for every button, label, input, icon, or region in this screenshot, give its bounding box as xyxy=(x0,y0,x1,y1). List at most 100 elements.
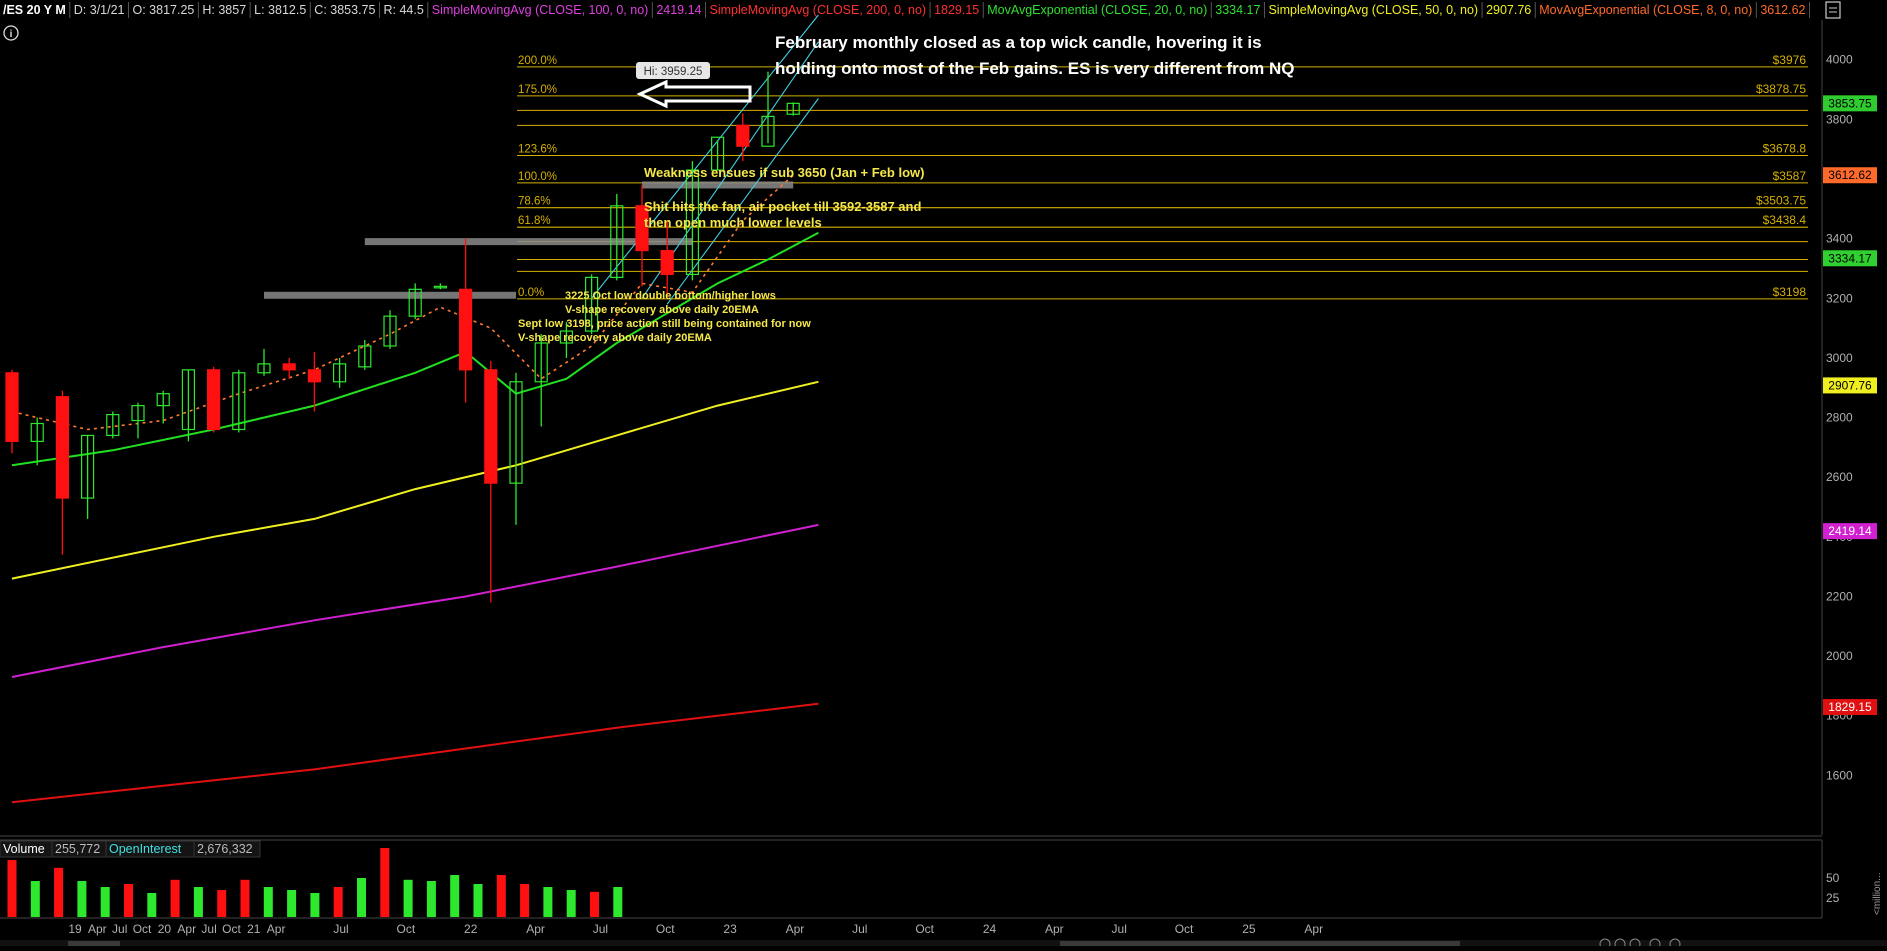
time-tick-label: 23 xyxy=(723,922,737,936)
fib-price-label: $3976 xyxy=(1773,53,1807,67)
price-tag-label: 3853.75 xyxy=(1828,96,1872,110)
volume-bar xyxy=(7,860,17,917)
candle-body xyxy=(484,369,498,484)
header-item: MovAvgExponential (CLOSE, 20, 0, no) xyxy=(987,3,1207,17)
header-item: 1829.15 xyxy=(934,3,979,17)
oct-low-note: 3225 Oct low double bottom/higher lows xyxy=(565,290,776,302)
price-tick-label: 2000 xyxy=(1826,649,1853,663)
fib-pct-label: 100.0% xyxy=(518,171,557,183)
fan-note: Shit hits the fan, air pocket till 3592-… xyxy=(644,199,921,214)
price-tick-label: 3000 xyxy=(1826,351,1853,365)
fib-pct-label: 78.6% xyxy=(518,196,551,208)
time-tick-label: Jul xyxy=(593,922,608,936)
volume-bar xyxy=(54,867,64,917)
sma200-line xyxy=(11,702,819,804)
time-tick-label: Apr xyxy=(88,922,107,936)
volume-bar xyxy=(77,881,87,917)
time-tick-label: 25 xyxy=(1242,922,1256,936)
volume-bar xyxy=(217,890,227,917)
time-tick-label: Apr xyxy=(786,922,805,936)
price-tick-label: 2200 xyxy=(1826,589,1853,603)
sma100-line xyxy=(11,523,819,678)
time-tick-label: Oct xyxy=(1175,922,1194,936)
volume-bar xyxy=(193,887,203,917)
price-tag: 1829.15 xyxy=(1823,699,1877,716)
header-item: 3612.62 xyxy=(1760,3,1805,17)
header-item: 2907.76 xyxy=(1486,3,1531,17)
time-tick-label: 20 xyxy=(158,922,172,936)
volume-bar xyxy=(403,879,413,917)
volume-tick-label: 50 xyxy=(1826,871,1840,885)
time-tick-label: Oct xyxy=(656,922,675,936)
header-item: SimpleMovingAvg (CLOSE, 100, 0, no) xyxy=(432,3,649,17)
time-tick-label: Jul xyxy=(112,922,127,936)
time-tick-label: Jul xyxy=(333,922,348,936)
volume-bar xyxy=(263,887,273,917)
time-tick-label: 24 xyxy=(983,922,997,936)
header-item: R: 44.5 xyxy=(383,3,423,17)
volume-bar xyxy=(124,884,133,917)
scrollbar-track xyxy=(0,940,1887,946)
volume-bar xyxy=(287,890,297,917)
time-tick-label: Oct xyxy=(133,922,152,936)
support-zone xyxy=(264,291,516,299)
price-chart[interactable]: /ES 20 Y M D: 3/1/21 O: 3817.25 H: 3857 L: 3… xyxy=(0,0,1887,950)
price-tag-label: 2419.14 xyxy=(1828,524,1872,538)
fib-pct-label: 200.0% xyxy=(518,55,557,67)
price-tick-label: 2800 xyxy=(1826,411,1853,425)
fib-pct-label: 123.6% xyxy=(518,144,557,156)
header-item: SimpleMovingAvg (CLOSE, 50, 0, no) xyxy=(1268,3,1478,17)
headline-note: holding onto most of the Feb gains. ES i… xyxy=(775,59,1294,78)
volume-bar xyxy=(240,879,250,917)
volume-bar xyxy=(147,893,157,917)
time-tick-label: Apr xyxy=(1045,922,1064,936)
header-item: 2419.14 xyxy=(656,3,701,17)
candle-body xyxy=(5,372,19,442)
volume-bar xyxy=(613,887,623,917)
price-tag: 3853.75 xyxy=(1823,95,1877,112)
volume-bar xyxy=(333,887,343,917)
candle-body xyxy=(207,369,221,431)
chart-window: /ES 20 Y M D: 3/1/21 O: 3817.25 H: 3857 L: 3… xyxy=(0,0,1887,950)
headline-note: February monthly closed as a top wick ca… xyxy=(775,33,1262,52)
fib-price-label: $3587 xyxy=(1773,169,1807,183)
price-tag-label: 3612.62 xyxy=(1828,168,1872,182)
price-tag-label: 1829.15 xyxy=(1828,700,1872,714)
candle-body xyxy=(307,369,321,383)
price-tick-label: 3200 xyxy=(1826,291,1853,305)
header-item: L: 3812.5 xyxy=(254,3,306,17)
time-tick-label: Jul xyxy=(852,922,867,936)
weakness-note: Weakness ensues if sub 3650 (Jan + Feb l… xyxy=(644,165,924,180)
ema20-line xyxy=(11,231,819,467)
time-tick-label: Jul xyxy=(201,922,216,936)
volume-bar xyxy=(426,881,436,917)
high-label-text: Hi: 3959.25 xyxy=(644,66,703,78)
candle-body xyxy=(459,288,473,371)
time-tick-label: Oct xyxy=(222,922,241,936)
price-tick-label: 3800 xyxy=(1826,112,1853,126)
fib-price-label: $3198 xyxy=(1773,285,1807,299)
settings-icon[interactable] xyxy=(1825,1,1841,19)
volume-legend-text: Volume xyxy=(3,842,45,856)
time-tick-label: Apr xyxy=(1304,922,1323,936)
volume-bar xyxy=(170,879,180,917)
arrow-icon xyxy=(636,79,752,109)
fib-pct-label: 61.8% xyxy=(518,215,551,227)
price-tick-label: 4000 xyxy=(1826,53,1853,67)
fib-price-label: $3503.75 xyxy=(1756,194,1806,208)
horizontal-scrollbar[interactable] xyxy=(0,938,1887,950)
volume-bar xyxy=(310,893,320,917)
time-tick-label: Apr xyxy=(267,922,286,936)
info-icon[interactable]: i xyxy=(3,25,19,41)
header-item: D: 3/1/21 xyxy=(74,3,125,17)
volume-bar xyxy=(496,875,506,917)
price-tag: 2419.14 xyxy=(1823,523,1877,540)
high-label: Hi: 3959.25 xyxy=(636,62,710,79)
price-tick-label: 3400 xyxy=(1826,232,1853,246)
volume-bar xyxy=(357,878,366,917)
fib-price-label: $3878.75 xyxy=(1756,82,1806,96)
price-tag: 2907.76 xyxy=(1823,377,1877,394)
price-tag: 3334.17 xyxy=(1823,250,1877,267)
volume-bar xyxy=(380,848,390,917)
time-tick-label: Apr xyxy=(177,922,196,936)
